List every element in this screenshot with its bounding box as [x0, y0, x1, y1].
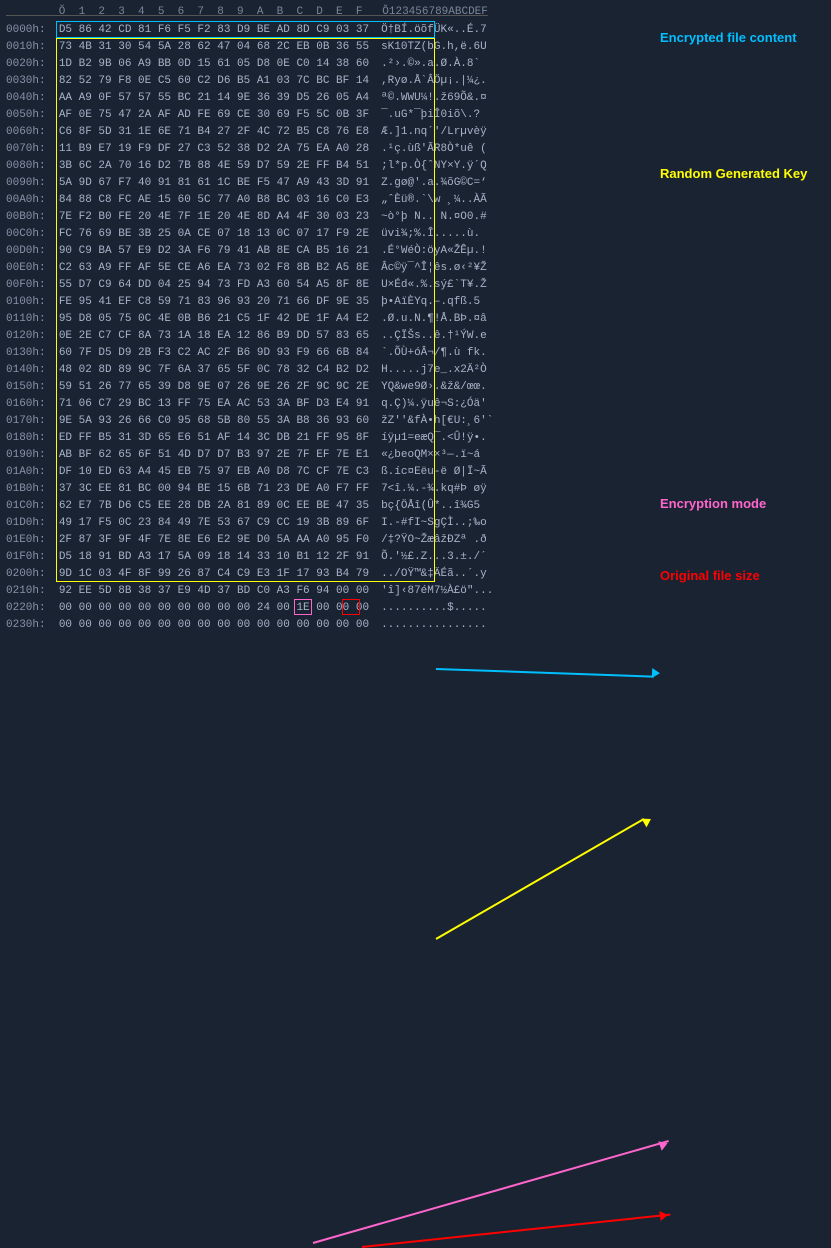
hex-row: 00A0h: 84 88 C8 FC AE 15 60 5C 77 A0 B8 … — [6, 192, 825, 209]
hex-row: 0190h: AB BF 62 65 6F 51 4D D7 D7 B3 97 … — [6, 447, 825, 464]
hex-row: 00D0h: 90 C9 BA 57 E9 D2 3A F6 79 41 AB … — [6, 243, 825, 260]
hex-row: 0120h: 0E 2E C7 CF 8A 73 1A 18 EA 12 86 … — [6, 328, 825, 345]
hex-row: 0180h: ED FF B5 31 3D 65 E6 51 AF 14 3C … — [6, 430, 825, 447]
hex-row: 01D0h: 49 17 F5 0C 23 84 49 7E 53 67 C9 … — [6, 515, 825, 532]
hex-row: 0140h: 48 02 8D 89 9C 7F 6A 37 65 5F 0C … — [6, 362, 825, 379]
hex-row: 0030h: 82 52 79 F8 0E C5 60 C2 D6 B5 A1 … — [6, 73, 825, 90]
hex-row: 0040h: AA A9 0F 57 57 55 BC 21 14 9E 36 … — [6, 90, 825, 107]
hex-row: 0070h: 11 B9 E7 19 F9 DF 27 C3 52 38 D2 … — [6, 141, 825, 158]
hex-row: 0090h: 5A 9D 67 F7 40 91 81 61 1C BE F5 … — [6, 175, 825, 192]
hex-row: 01E0h: 2F 87 3F 9F 4F 7E 8E E6 E2 9E D0 … — [6, 532, 825, 549]
hex-row: 00B0h: 7E F2 B0 FE 20 4E 7F 1E 20 4E 8D … — [6, 209, 825, 226]
hex-row: 0170h: 9E 5A 93 26 66 C0 95 68 5B 80 55 … — [6, 413, 825, 430]
hex-row: 00E0h: C2 63 A9 FF AF 5E CE A6 EA 73 02 … — [6, 260, 825, 277]
hex-row: 0000h: D5 86 42 CD 81 F6 F5 F2 83 D9 BE … — [6, 22, 825, 39]
hex-row: 0100h: FE 95 41 EF C8 59 71 83 96 93 20 … — [6, 294, 825, 311]
hex-row: 0010h: 73 4B 31 30 54 5A 28 62 47 04 68 … — [6, 39, 825, 56]
hex-row: 0160h: 71 06 C7 29 BC 13 FF 75 EA AC 53 … — [6, 396, 825, 413]
hex-row: 0150h: 59 51 26 77 65 39 D8 9E 07 26 9E … — [6, 379, 825, 396]
hex-row: 0050h: AF 0E 75 47 2A AF AD FE 69 CE 30 … — [6, 107, 825, 124]
hex-row: 0130h: 60 7F D5 D9 2B F3 C2 AC 2F B6 9D … — [6, 345, 825, 362]
hex-row: 00C0h: FC 76 69 BE 3B 25 0A CE 07 18 13 … — [6, 226, 825, 243]
hex-row: 01C0h: 62 E7 7B D6 C5 EE 28 DB 2A 81 89 … — [6, 498, 825, 515]
hex-rows: 0000h: D5 86 42 CD 81 F6 F5 F2 83 D9 BE … — [6, 22, 825, 634]
hex-row: 01F0h: D5 18 91 BD A3 17 5A 09 18 14 33 … — [6, 549, 825, 566]
hex-dump-view: Ŏ 1 2 3 4 5 6 7 8 9 A B C D E F Ŏ1234567… — [0, 0, 831, 638]
hex-row: 0060h: C6 8F 5D 31 1E 6E 71 B4 27 2F 4C … — [6, 124, 825, 141]
hex-row: 0020h: 1D B2 9B 06 A9 BB 0D 15 61 05 D8 … — [6, 56, 825, 73]
hex-row: 01A0h: DF 10 ED 63 A4 45 EB 75 97 EB A0 … — [6, 464, 825, 481]
columns-header: Ŏ 1 2 3 4 5 6 7 8 9 A B C D E F Ŏ1234567… — [6, 4, 825, 21]
hex-row: 0220h: 00 00 00 00 00 00 00 00 00 00 24 … — [6, 600, 825, 617]
hex-row: 0110h: 95 D8 05 75 0C 4E 0B B6 21 C5 1F … — [6, 311, 825, 328]
hex-row: 01B0h: 37 3C EE 81 BC 00 94 BE 15 6B 71 … — [6, 481, 825, 498]
hex-row: 0210h: 92 EE 5D 8B 38 37 E9 4D 37 BD C0 … — [6, 583, 825, 600]
hex-row: 0080h: 3B 6C 2A 70 16 D2 7B 88 4E 59 D7 … — [6, 158, 825, 175]
hex-row: 00F0h: 55 D7 C9 64 DD 04 25 94 73 FD A3 … — [6, 277, 825, 294]
hex-row: 0230h: 00 00 00 00 00 00 00 00 00 00 00 … — [6, 617, 825, 634]
hex-row: 0200h: 9D 1C 03 4F 8F 99 26 87 C4 C9 E3 … — [6, 566, 825, 583]
